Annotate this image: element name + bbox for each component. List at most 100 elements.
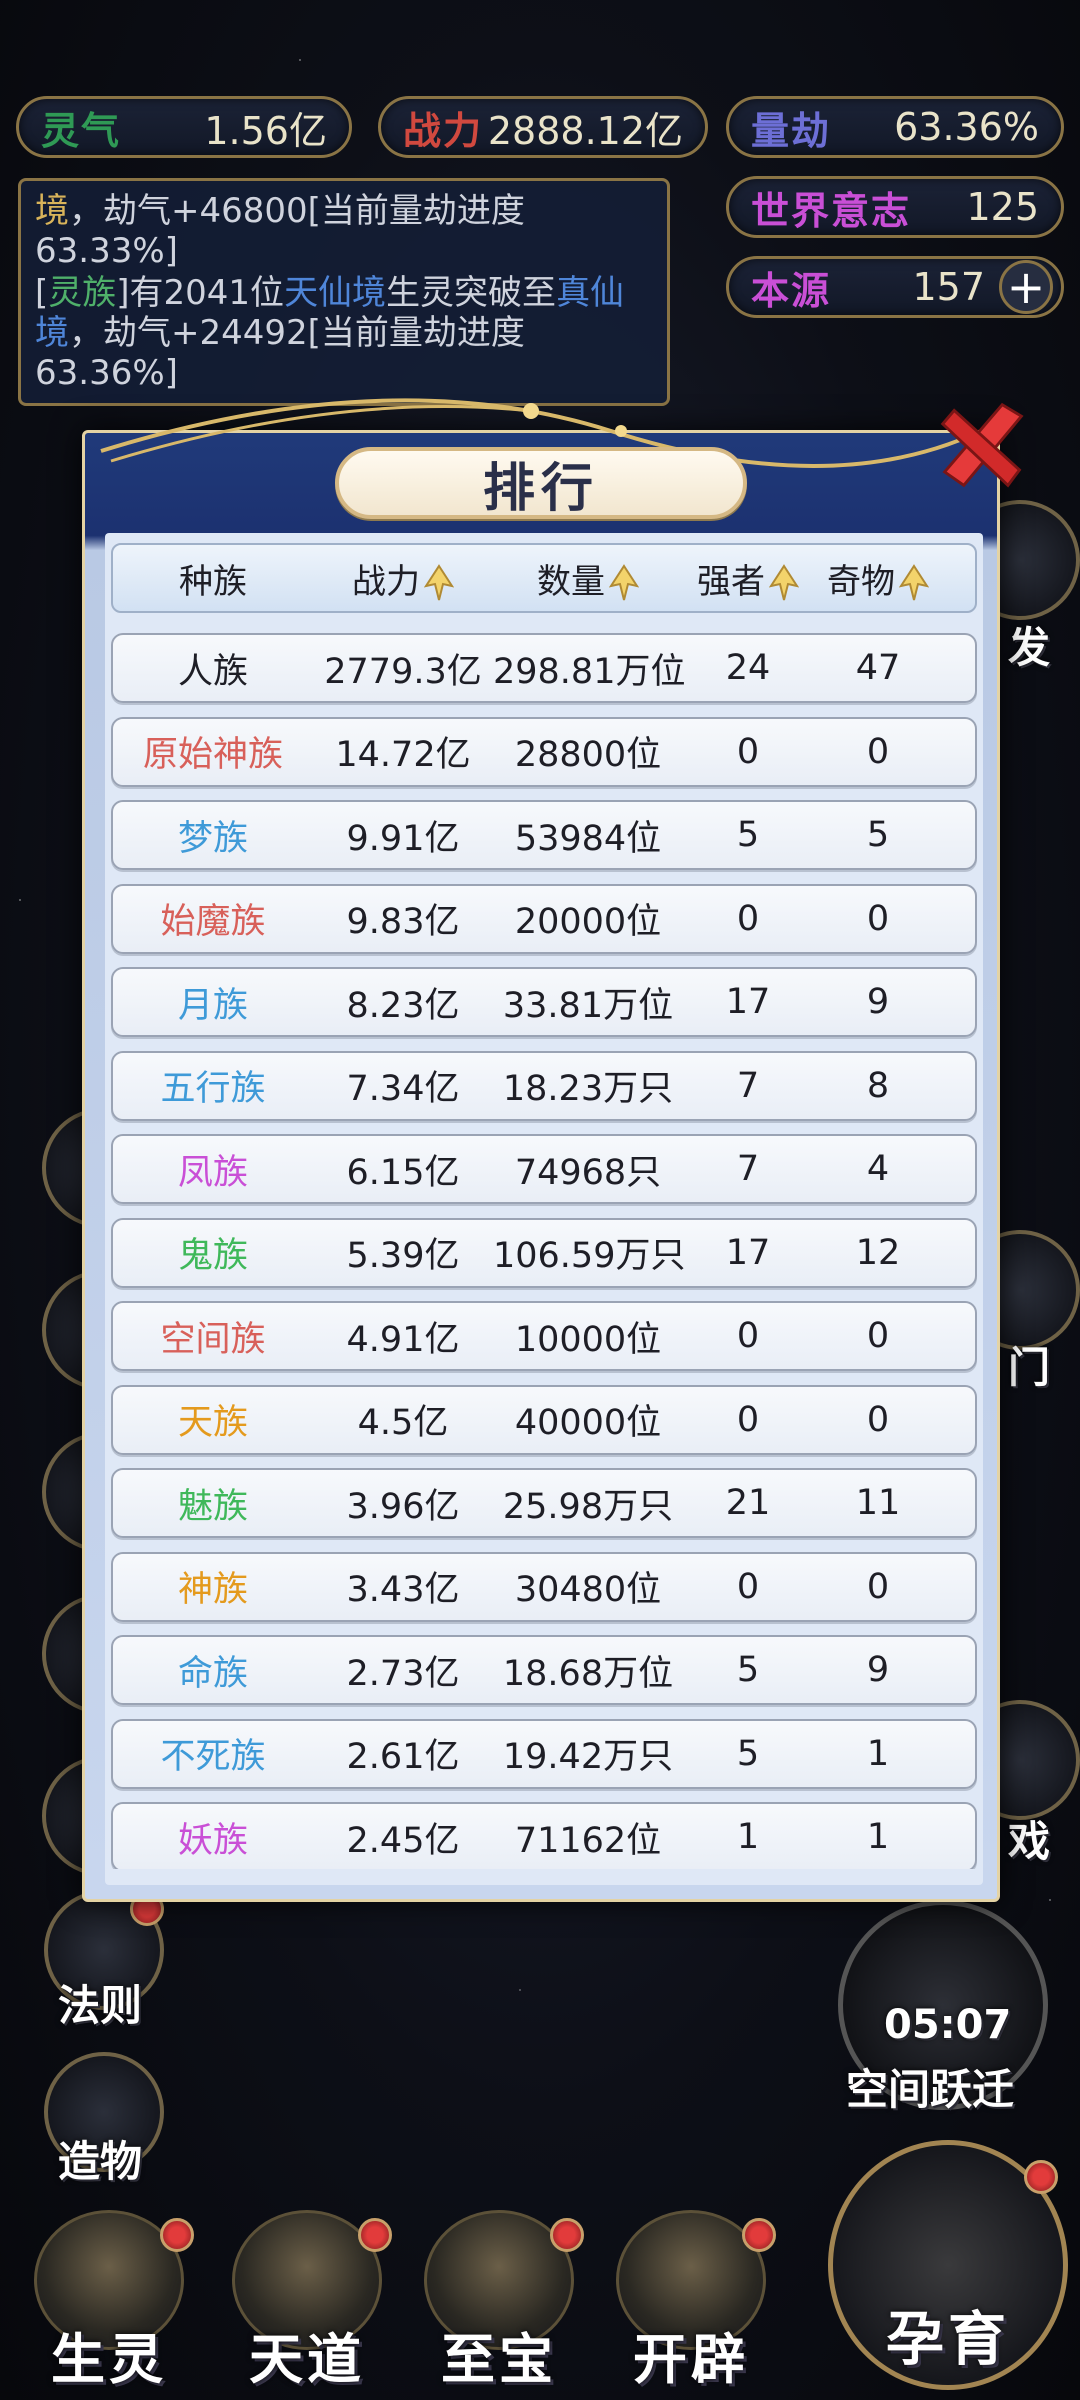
sort-strong-button[interactable]: 强者: [683, 554, 813, 603]
table-row[interactable]: 不死族 2.61亿 19.42万只 5 1: [111, 1718, 977, 1789]
world-will-stat[interactable]: 世界意志 125: [726, 176, 1064, 238]
race-items: 0: [866, 898, 890, 939]
race-strong: 5: [736, 815, 760, 855]
race-count: 30480位: [514, 1570, 662, 1610]
race-count: 106.59万只: [493, 1236, 686, 1276]
race-name: 凤族: [177, 1152, 248, 1193]
notification-dot: [742, 2218, 776, 2252]
log-text: [: [35, 273, 49, 313]
race-items: 0: [866, 1399, 890, 1440]
race-count: 71162位: [514, 1820, 662, 1861]
race-power: 2.61亿: [346, 1737, 460, 1777]
table-row[interactable]: 妖族 2.45亿 71162位 1 1: [111, 1802, 977, 1869]
race-items: 11: [855, 1483, 901, 1523]
table-row[interactable]: 梦族 9.91亿 53984位 5 5: [111, 800, 977, 870]
race-count: 25.98万只: [502, 1486, 674, 1527]
origin-value: 157: [912, 265, 985, 309]
zhanli-value: 2888.12亿: [487, 108, 683, 153]
header-race: 种族: [179, 561, 247, 602]
race-strong: 0: [736, 1316, 760, 1356]
nav-tiandao[interactable]: 天道: [222, 2210, 392, 2400]
race-name: 五行族: [160, 1069, 266, 1109]
log-realm: 天仙境: [284, 273, 387, 313]
nav-kaipi[interactable]: 开辟: [606, 2210, 776, 2400]
lingqi-value: 1.56亿: [204, 108, 327, 153]
race-power: 6.15亿: [346, 1152, 460, 1193]
race-items: 0: [866, 1566, 890, 1607]
nav-label: 生灵: [51, 2328, 167, 2391]
close-icon[interactable]: [935, 397, 1031, 493]
race-items: 0: [866, 1316, 890, 1356]
liangjie-stat[interactable]: 量劫 63.36%: [726, 96, 1064, 158]
table-row[interactable]: 神族 3.43亿 30480位 0 0: [111, 1551, 977, 1622]
table-row[interactable]: 人族 2779.3亿 298.81万位 24 47: [111, 633, 977, 703]
table-row[interactable]: 命族 2.73亿 18.68万位 5 9: [111, 1635, 977, 1705]
table-row[interactable]: 月族 8.23亿 33.81万位 17 9: [111, 967, 977, 1037]
liangjie-label: 量劫: [751, 108, 832, 153]
race-items: 47: [855, 648, 901, 688]
breed-label: 孕育: [885, 2305, 1010, 2373]
modal-title-plaque: 排行: [335, 447, 747, 519]
race-power: 8.23亿: [346, 985, 460, 1026]
race-strong: 0: [736, 731, 760, 772]
right-side-label[interactable]: 发: [1008, 614, 1050, 675]
race-strong: 7: [736, 1149, 760, 1189]
sort-arrow-icon: [769, 564, 799, 601]
nav-shengling[interactable]: 生灵: [24, 2210, 194, 2400]
ranking-panel: 种族 战力 数量 强者 奇物 人族 2779.3亿 298.81万位 24 47 原始神族…: [105, 533, 983, 1885]
space-jump-label[interactable]: 空间跃迁: [846, 2056, 1014, 2117]
race-count: 10000位: [514, 1319, 662, 1360]
race-count: 20000位: [514, 902, 662, 942]
race-power: 3.96亿: [346, 1486, 460, 1527]
liangjie-value: 63.36%: [894, 105, 1039, 149]
table-row[interactable]: 魅族 3.96亿 25.98万只 21 11: [111, 1468, 977, 1538]
sort-count-button[interactable]: 数量: [493, 554, 683, 603]
race-count: 298.81万位: [493, 651, 686, 692]
ranking-list[interactable]: 人族 2779.3亿 298.81万位 24 47 原始神族 14.72亿 28800位 0 0 梦…: [111, 633, 977, 1869]
right-side-label[interactable]: 戏: [1008, 1808, 1050, 1869]
race-count: 28800位: [514, 735, 662, 775]
law-label[interactable]: 法则: [58, 1972, 142, 2033]
race-strong: 17: [725, 982, 771, 1022]
race-count: 18.68万位: [502, 1653, 674, 1694]
race-name: 空间族: [160, 1319, 266, 1360]
race-name: 天族: [177, 1403, 248, 1443]
table-row[interactable]: 凤族 6.15亿 74968只 7 4: [111, 1134, 977, 1204]
race-name: 命族: [177, 1653, 248, 1694]
table-row[interactable]: 原始神族 14.72亿 28800位 0 0: [111, 716, 977, 787]
nav-zhibao[interactable]: 至宝: [414, 2210, 584, 2400]
race-strong: 21: [725, 1483, 771, 1523]
breed-button[interactable]: 孕育: [828, 2140, 1068, 2390]
race-items: 9: [866, 982, 890, 1022]
add-origin-button[interactable]: +: [999, 260, 1053, 314]
origin-stat: 本源 157 +: [726, 256, 1064, 318]
table-row[interactable]: 鬼族 5.39亿 106.59万只 17 12: [111, 1217, 977, 1288]
table-row[interactable]: 五行族 7.34亿 18.23万只 7 8: [111, 1050, 977, 1121]
right-side-label[interactable]: 门: [1008, 1334, 1050, 1395]
race-items: 1: [866, 1817, 890, 1857]
log-text: ，劫气+46800[当前量劫进度63.33%]: [35, 191, 525, 271]
table-row[interactable]: 天族 4.5亿 40000位 0 0: [111, 1384, 977, 1455]
race-name: 妖族: [177, 1820, 248, 1861]
sort-items-button[interactable]: 奇物: [813, 554, 943, 603]
race-power: 5.39亿: [346, 1236, 460, 1276]
sort-power-button[interactable]: 战力: [313, 554, 493, 603]
race-name: 梦族: [177, 818, 248, 859]
race-count: 18.23万只: [502, 1069, 674, 1109]
race-strong: 0: [736, 1399, 760, 1440]
world-will-label: 世界意志: [751, 188, 912, 233]
world-will-value: 125: [966, 185, 1039, 229]
race-name: 原始神族: [142, 735, 283, 775]
table-row[interactable]: 始魔族 9.83亿 20000位 0 0: [111, 883, 977, 954]
race-power: 2779.3亿: [324, 651, 482, 692]
race-items: 8: [866, 1065, 890, 1106]
race-power: 9.83亿: [346, 902, 460, 942]
race-strong: 17: [725, 1232, 771, 1273]
race-power: 4.5亿: [357, 1403, 449, 1443]
creation-label[interactable]: 造物: [58, 2128, 142, 2189]
race-items: 4: [866, 1149, 890, 1189]
nav-label: 天道: [249, 2328, 365, 2391]
zhanli-stat: 战力 2888.12亿: [378, 96, 708, 158]
race-name: 月族: [177, 985, 248, 1026]
table-row[interactable]: 空间族 4.91亿 10000位 0 0: [111, 1301, 977, 1371]
